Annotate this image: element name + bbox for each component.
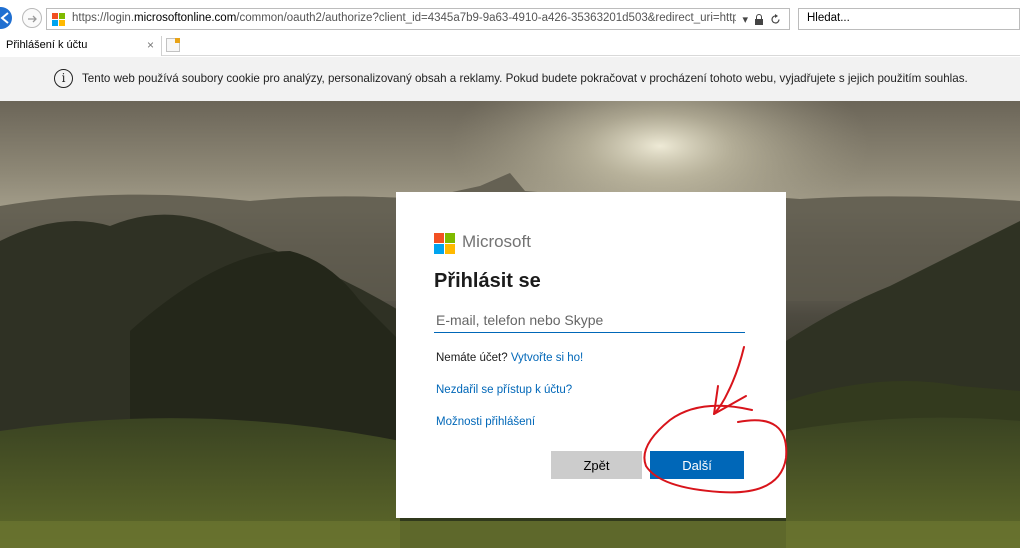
back-button-dialog[interactable]: Zpět — [551, 451, 642, 479]
forward-arrow-icon — [28, 15, 37, 23]
lock-icon[interactable] — [754, 14, 764, 25]
tab-active[interactable]: Přihlášení k účtu × — [0, 36, 162, 56]
no-account-text: Nemáte účet? — [436, 352, 508, 364]
search-placeholder: Hledat... — [807, 12, 850, 24]
url-text: https://login.microsoftonline.com/common… — [72, 12, 736, 24]
tab-title: Přihlášení k účtu — [6, 39, 88, 51]
no-account-line: Nemáte účet? Vytvořte si ho! — [436, 352, 583, 364]
create-account-link[interactable]: Vytvořte si ho! — [511, 352, 583, 364]
email-field[interactable] — [434, 308, 745, 333]
login-card: Microsoft Přihlásit se Nemáte účet? Vytv… — [396, 192, 786, 518]
tab-close-icon[interactable]: × — [147, 38, 154, 52]
next-button[interactable]: Další — [650, 451, 744, 479]
browser-address-bar-row: https://login.microsoftonline.com/common… — [0, 0, 1020, 36]
dropdown-arrow-icon[interactable]: ▾ — [742, 13, 748, 26]
search-field[interactable]: Hledat... — [798, 8, 1020, 30]
back-button[interactable] — [0, 7, 12, 29]
back-arrow-icon — [0, 12, 9, 24]
address-tools: ▾ — [742, 13, 781, 26]
cookie-notice-text: Tento web používá soubory cookie pro ana… — [82, 72, 968, 85]
cookie-notice-bar: i Tento web používá soubory cookie pro a… — [0, 57, 1020, 101]
tab-strip: Přihlášení k účtu × — [0, 36, 1020, 56]
sign-in-options-link[interactable]: Možnosti přihlášení — [436, 416, 535, 428]
new-tab-icon[interactable] — [166, 38, 180, 52]
url-prefix: https://login. — [72, 12, 135, 24]
brand-name: Microsoft — [462, 232, 531, 251]
url-path: /common/oauth2/authorize?client_id=4345a… — [236, 12, 736, 24]
forgot-access-link[interactable]: Nezdařil se přístup k účtu? — [436, 384, 572, 396]
page-title: Přihlásit se — [434, 270, 541, 292]
microsoft-favicon-icon — [52, 13, 66, 27]
info-icon: i — [54, 69, 73, 88]
address-field[interactable]: https://login.microsoftonline.com/common… — [46, 8, 790, 30]
forward-button[interactable] — [22, 8, 42, 28]
url-domain: microsoftonline.com — [134, 12, 237, 24]
microsoft-logo-icon — [434, 233, 455, 254]
refresh-icon[interactable] — [770, 14, 781, 25]
